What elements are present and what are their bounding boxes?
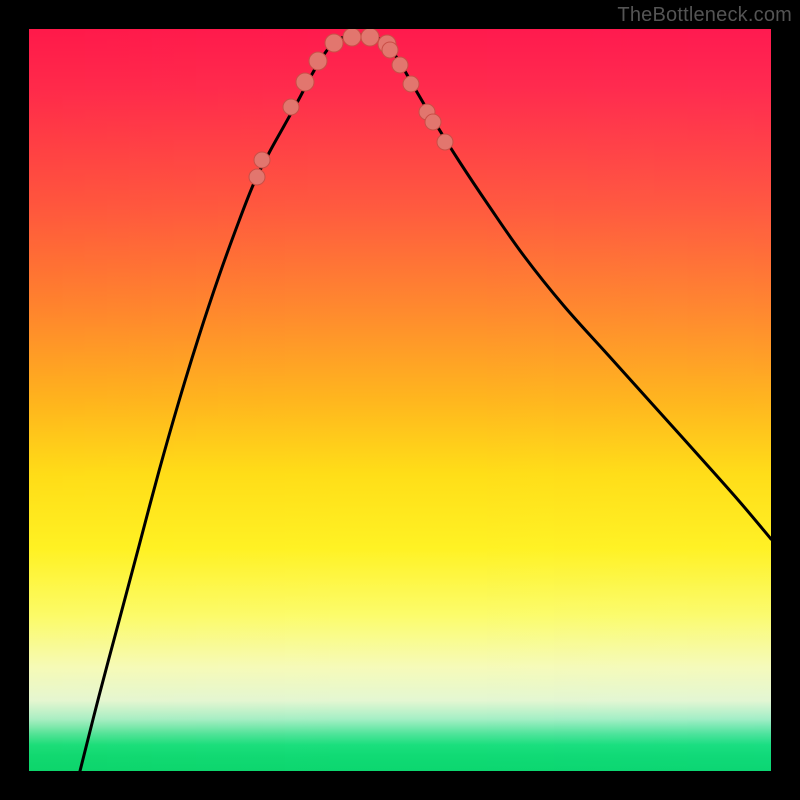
left-marker-3 — [283, 99, 299, 115]
left-marker-2 — [254, 152, 270, 168]
right-marker-5 — [425, 114, 441, 130]
right-marker-6 — [437, 134, 453, 150]
right-marker-2 — [392, 57, 408, 73]
left-marker-5 — [309, 52, 327, 70]
floor-marker-2 — [343, 29, 361, 46]
left-marker-1 — [249, 169, 265, 185]
floor-marker-1 — [325, 34, 343, 52]
chart-frame: TheBottleneck.com — [0, 0, 800, 800]
plot-area — [29, 29, 771, 771]
left-marker-4 — [296, 73, 314, 91]
bottleneck-curve — [80, 35, 771, 771]
curve-layer — [29, 29, 771, 771]
right-marker-1 — [382, 42, 398, 58]
curves-group — [80, 35, 771, 771]
markers-group — [249, 29, 453, 185]
right-marker-3 — [403, 76, 419, 92]
watermark-text: TheBottleneck.com — [617, 4, 792, 27]
floor-marker-3 — [361, 29, 379, 46]
